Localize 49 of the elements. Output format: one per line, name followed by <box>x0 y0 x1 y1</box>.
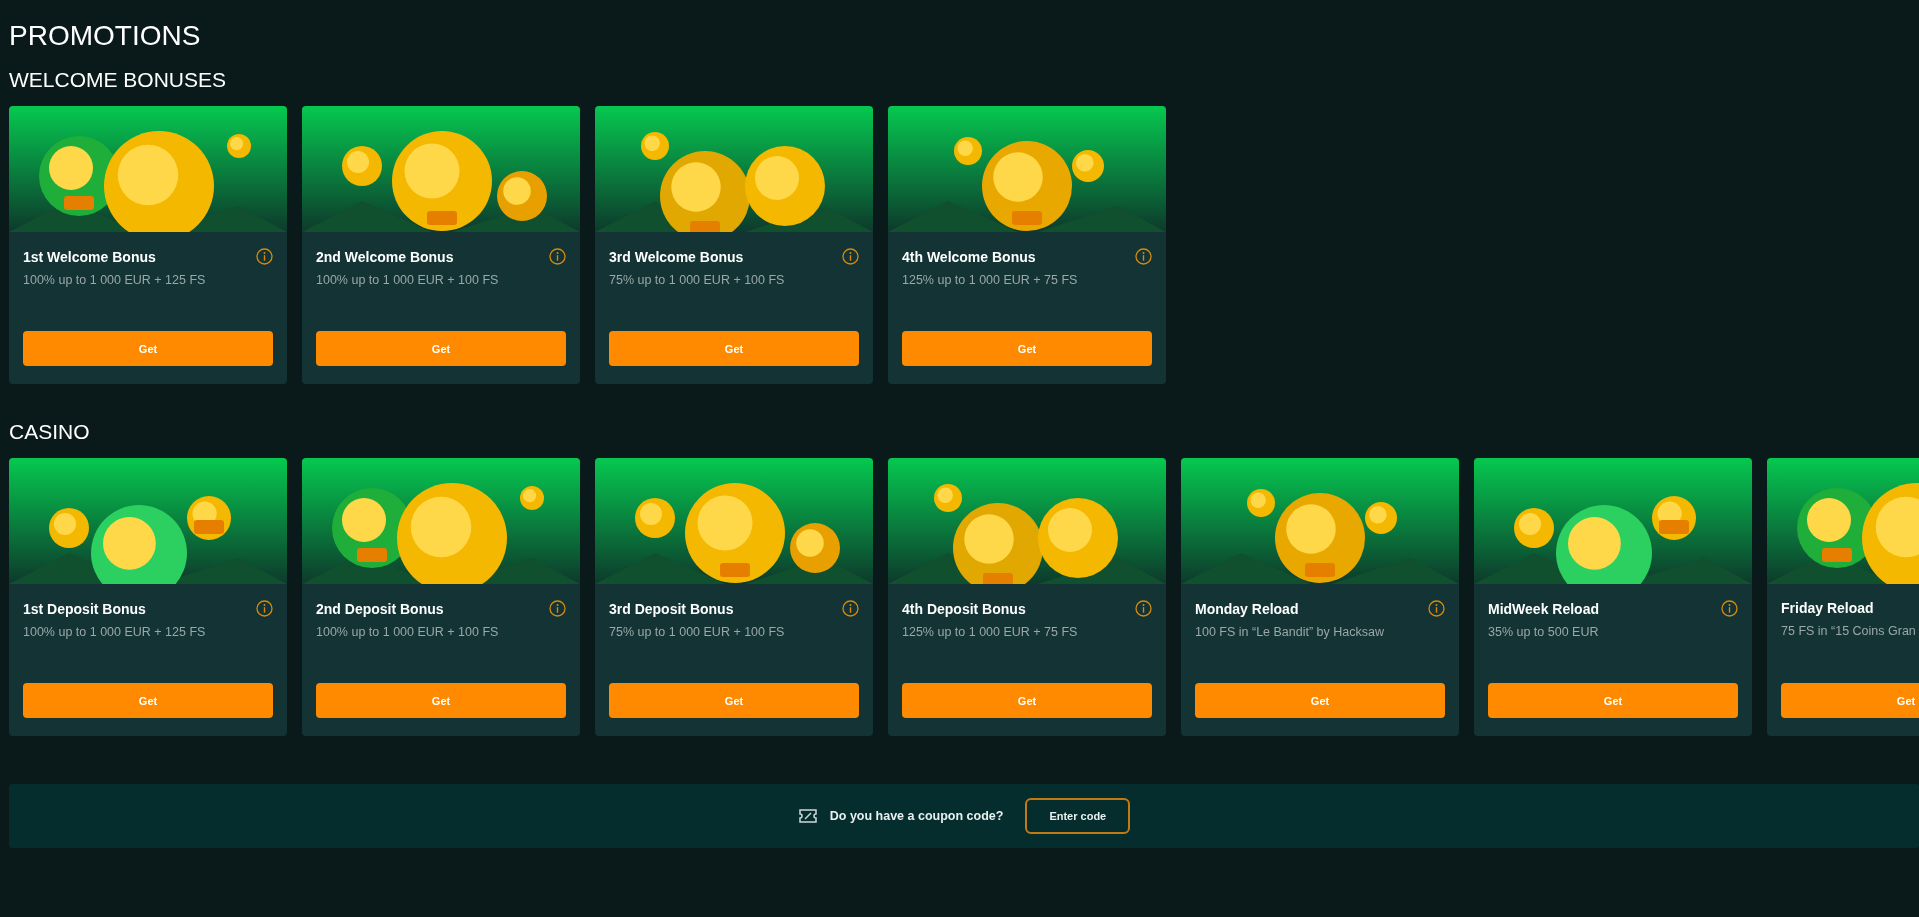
info-icon[interactable] <box>256 600 273 617</box>
promo-title: 3rd Deposit Bonus <box>609 600 734 617</box>
coupon-question: Do you have a coupon code? <box>829 809 1004 823</box>
promo-title: 1st Welcome Bonus <box>23 248 156 265</box>
get-button[interactable]: Get <box>609 331 859 366</box>
get-button[interactable]: Get <box>902 683 1152 718</box>
promo-title: 2nd Welcome Bonus <box>316 248 454 265</box>
promo-description: 100% up to 1 000 EUR + 100 FS <box>316 625 500 639</box>
info-icon[interactable] <box>1135 248 1152 265</box>
promo-description: 100 FS in “Le Bandit” by Hacksaw <box>1195 625 1385 639</box>
promo-title: 2nd Deposit Bonus <box>316 600 444 617</box>
get-button[interactable]: Get <box>23 683 273 718</box>
promo-title: 1st Deposit Bonus <box>23 600 146 617</box>
promo-description: 100% up to 1 000 EUR + 100 FS <box>316 273 500 287</box>
promo-description: 75% up to 1 000 EUR + 100 FS <box>609 273 786 287</box>
section-heading: CASINO <box>9 420 91 444</box>
promo-title: Monday Reload <box>1195 600 1299 617</box>
info-icon[interactable] <box>1721 600 1738 617</box>
promo-description: 75% up to 1 000 EUR + 100 FS <box>609 625 786 639</box>
info-icon[interactable] <box>549 248 566 265</box>
promo-title: 4th Welcome Bonus <box>902 248 1036 265</box>
promo-title: Friday Reload <box>1781 600 1874 616</box>
info-icon[interactable] <box>256 248 273 265</box>
get-button[interactable]: Get <box>1488 683 1738 718</box>
promo-description: 125% up to 1 000 EUR + 75 FS <box>902 625 1079 639</box>
get-button[interactable]: Get <box>23 331 273 366</box>
promo-description: 100% up to 1 000 EUR + 125 FS <box>23 625 207 639</box>
info-icon[interactable] <box>1428 600 1445 617</box>
promo-title: MidWeek Reload <box>1488 600 1599 617</box>
info-icon[interactable] <box>1135 600 1152 617</box>
page-title: PROMOTIONS <box>9 20 202 52</box>
get-button[interactable]: Get <box>1781 683 1919 718</box>
promo-title: 4th Deposit Bonus <box>902 600 1026 617</box>
promo-description: 125% up to 1 000 EUR + 75 FS <box>902 273 1079 287</box>
get-button[interactable]: Get <box>902 331 1152 366</box>
info-icon[interactable] <box>549 600 566 617</box>
get-button[interactable]: Get <box>316 331 566 366</box>
coupon-icon <box>797 808 818 824</box>
get-button[interactable]: Get <box>316 683 566 718</box>
promo-title: 3rd Welcome Bonus <box>609 248 744 265</box>
enter-code-button[interactable]: Enter code <box>1025 798 1131 834</box>
get-button[interactable]: Get <box>1195 683 1445 718</box>
promo-description: 35% up to 500 EUR <box>1488 625 1600 639</box>
promo-description: 100% up to 1 000 EUR + 125 FS <box>23 273 207 287</box>
section-heading: WELCOME BONUSES <box>9 68 228 92</box>
promo-description: 75 FS in “15 Coins Gran <box>1781 624 1917 638</box>
info-icon[interactable] <box>842 248 859 265</box>
get-button[interactable]: Get <box>609 683 859 718</box>
info-icon[interactable] <box>842 600 859 617</box>
